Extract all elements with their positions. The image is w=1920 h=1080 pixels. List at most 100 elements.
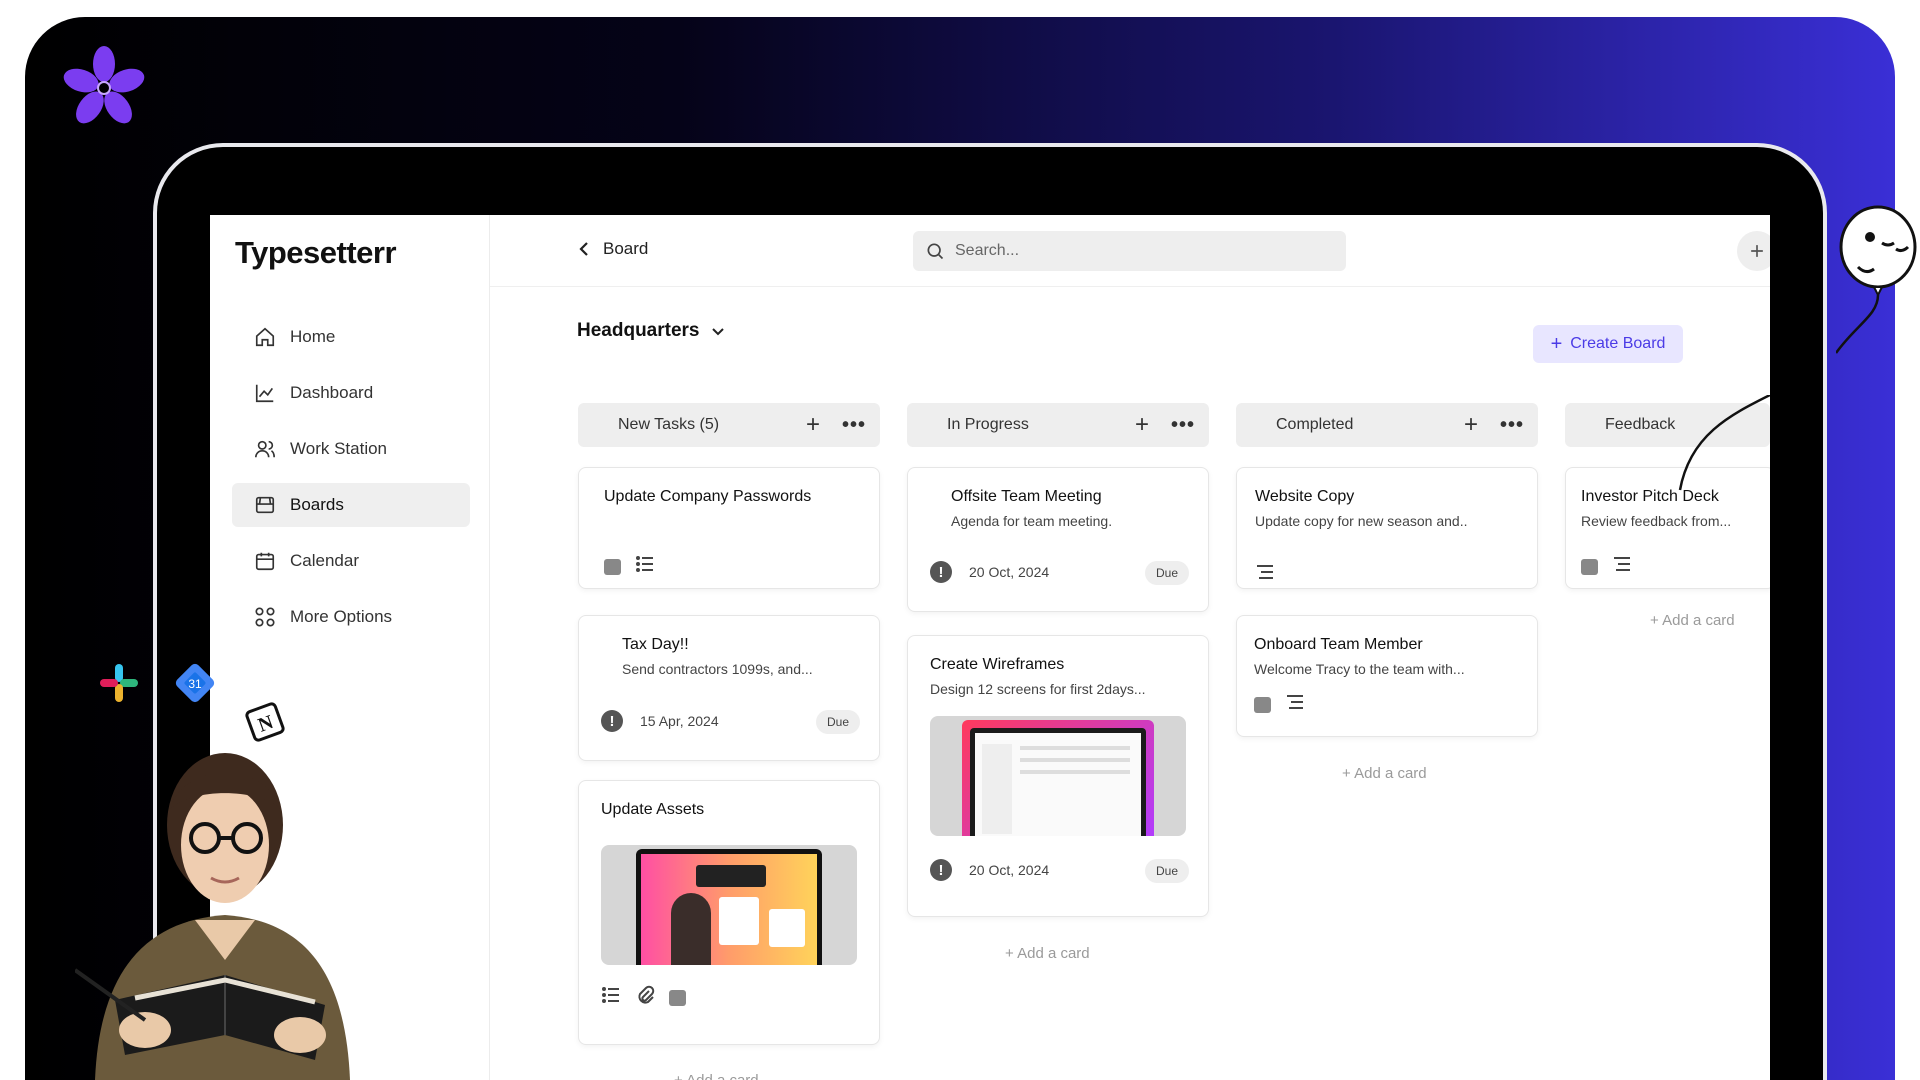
card-update-assets[interactable]: Update Assets <box>578 780 880 1045</box>
card-image-thumbnail <box>601 845 857 965</box>
brand-logo: Typesetterr <box>235 235 397 270</box>
home-icon <box>255 327 275 347</box>
chart-icon <box>255 384 274 403</box>
card-title: Website Copy <box>1255 488 1355 505</box>
card-website-copy[interactable]: Website Copy Update copy for new season … <box>1236 467 1538 589</box>
slack-icon <box>100 664 138 702</box>
sidebar-item-label: Dashboard <box>290 383 374 402</box>
workspace-title: Headquarters <box>577 320 700 341</box>
balloon-string <box>1678 395 1770 491</box>
back-button[interactable]: Board <box>577 239 648 259</box>
alert-icon: ! <box>930 561 952 583</box>
card-title: Update Company Passwords <box>604 488 812 505</box>
add-card-icon[interactable]: + <box>1135 413 1149 437</box>
calendar-icon <box>255 552 275 571</box>
column-title: In Progress <box>947 416 1029 433</box>
sidebar-item-label: Work Station <box>290 439 388 458</box>
card-image-thumbnail <box>930 716 1186 836</box>
chevron-down-icon <box>711 328 724 336</box>
calendar-app-icon: 31 <box>175 663 215 703</box>
sidebar-item-dashboard[interactable]: Dashboard <box>232 371 470 415</box>
alert-icon: ! <box>930 859 952 881</box>
person-illustration <box>75 753 350 1080</box>
card-offsite-team-meeting[interactable]: Offsite Team Meeting Agenda for team mee… <box>907 467 1209 612</box>
card-title: Update Assets <box>601 801 705 818</box>
card-title: Onboard Team Member <box>1254 636 1423 653</box>
note-icon <box>604 558 621 575</box>
sidebar-item-label: More Options <box>290 607 393 626</box>
create-board-button[interactable]: + Create Board <box>1533 325 1683 363</box>
card-date: 20 Oct, 2024 <box>969 862 1050 878</box>
card-meta <box>601 985 686 1010</box>
add-card-button[interactable]: + Add a card <box>674 1072 759 1080</box>
card-title: Offsite Team Meeting <box>951 488 1102 505</box>
sidebar-item-home[interactable]: Home <box>232 315 470 359</box>
more-icon[interactable]: ••• <box>1171 414 1195 437</box>
add-card-icon[interactable]: + <box>806 413 820 437</box>
plus-icon <box>1751 245 1763 257</box>
column-title: New Tasks (5) <box>618 416 720 433</box>
balloon-face-icon <box>1836 205 1917 354</box>
chevron-left-icon <box>579 242 588 256</box>
card-description: Review feedback from... <box>1581 513 1732 529</box>
plus-icon: + <box>1550 333 1563 355</box>
card-create-wireframes[interactable]: Create Wireframes Design 12 screens for … <box>907 635 1209 917</box>
column-header-new-tasks: New Tasks (5) + ••• <box>578 403 880 447</box>
card-title: Create Wireframes <box>930 656 1065 673</box>
checklist-icon <box>601 985 621 1010</box>
card-meta <box>604 554 655 579</box>
sidebar-item-calendar[interactable]: Calendar <box>232 539 470 583</box>
add-card-icon[interactable]: + <box>1464 413 1478 437</box>
app-window: Typesetterr Home Dashboard Work Station … <box>210 215 1770 1080</box>
inbox-icon <box>255 496 275 514</box>
users-icon <box>255 440 275 458</box>
card-title: Tax Day!! <box>622 636 689 653</box>
card-meta <box>1581 554 1632 579</box>
column-title: Completed <box>1276 416 1354 433</box>
sidebar-item-boards[interactable]: Boards <box>232 483 470 527</box>
card-onboard-team-member[interactable]: Onboard Team Member Welcome Tracy to the… <box>1236 615 1538 737</box>
flower-icon <box>63 46 145 124</box>
grid-icon <box>255 607 275 627</box>
status-badge: Due <box>816 710 860 734</box>
card-description: Update copy for new season and.. <box>1255 513 1468 529</box>
card-description: Welcome Tracy to the team with... <box>1254 661 1465 677</box>
create-board-label: Create Board <box>1570 335 1666 352</box>
add-card-button[interactable]: + Add a card <box>1650 612 1735 629</box>
breadcrumb: Board <box>603 239 649 258</box>
more-icon[interactable]: ••• <box>1500 414 1524 437</box>
status-badge: Due <box>1145 561 1189 585</box>
sidebar-item-label: Home <box>290 327 336 346</box>
add-button[interactable] <box>1737 231 1770 271</box>
card-meta <box>1254 692 1305 717</box>
search-input[interactable] <box>955 242 1315 260</box>
more-icon[interactable]: ••• <box>842 414 866 437</box>
card-description: Design 12 screens for first 2days... <box>930 681 1146 697</box>
card-description: Agenda for team meeting. <box>951 513 1113 529</box>
sidebar-item-work-station[interactable]: Work Station <box>232 427 470 471</box>
note-icon <box>1581 558 1598 575</box>
card-date: 20 Oct, 2024 <box>969 564 1050 580</box>
search-bar[interactable] <box>913 231 1346 271</box>
checklist-icon <box>635 554 655 579</box>
align-right-icon <box>1285 692 1305 717</box>
column-header-completed: Completed + ••• <box>1236 403 1538 447</box>
sidebar-item-more-options[interactable]: More Options <box>232 595 470 639</box>
card-meta <box>1255 562 1275 587</box>
sidebar-item-label: Boards <box>290 495 344 514</box>
align-right-icon <box>1255 562 1275 587</box>
card-update-company-passwords[interactable]: Update Company Passwords <box>578 467 880 589</box>
add-card-button[interactable]: + Add a card <box>1005 945 1090 962</box>
search-icon <box>927 243 944 260</box>
svg-text:31: 31 <box>188 677 202 691</box>
workspace-selector[interactable]: Headquarters <box>577 320 726 342</box>
card-description: Send contractors 1099s, and... <box>622 661 813 677</box>
add-card-button[interactable]: + Add a card <box>1342 765 1427 782</box>
paperclip-icon <box>635 985 655 1010</box>
alert-icon: ! <box>601 710 623 732</box>
column-header-in-progress: In Progress + ••• <box>907 403 1209 447</box>
note-icon <box>1254 696 1271 713</box>
card-tax-day[interactable]: Tax Day!! Send contractors 1099s, and...… <box>578 615 880 761</box>
sidebar-item-label: Calendar <box>290 551 359 570</box>
status-badge: Due <box>1145 859 1189 883</box>
